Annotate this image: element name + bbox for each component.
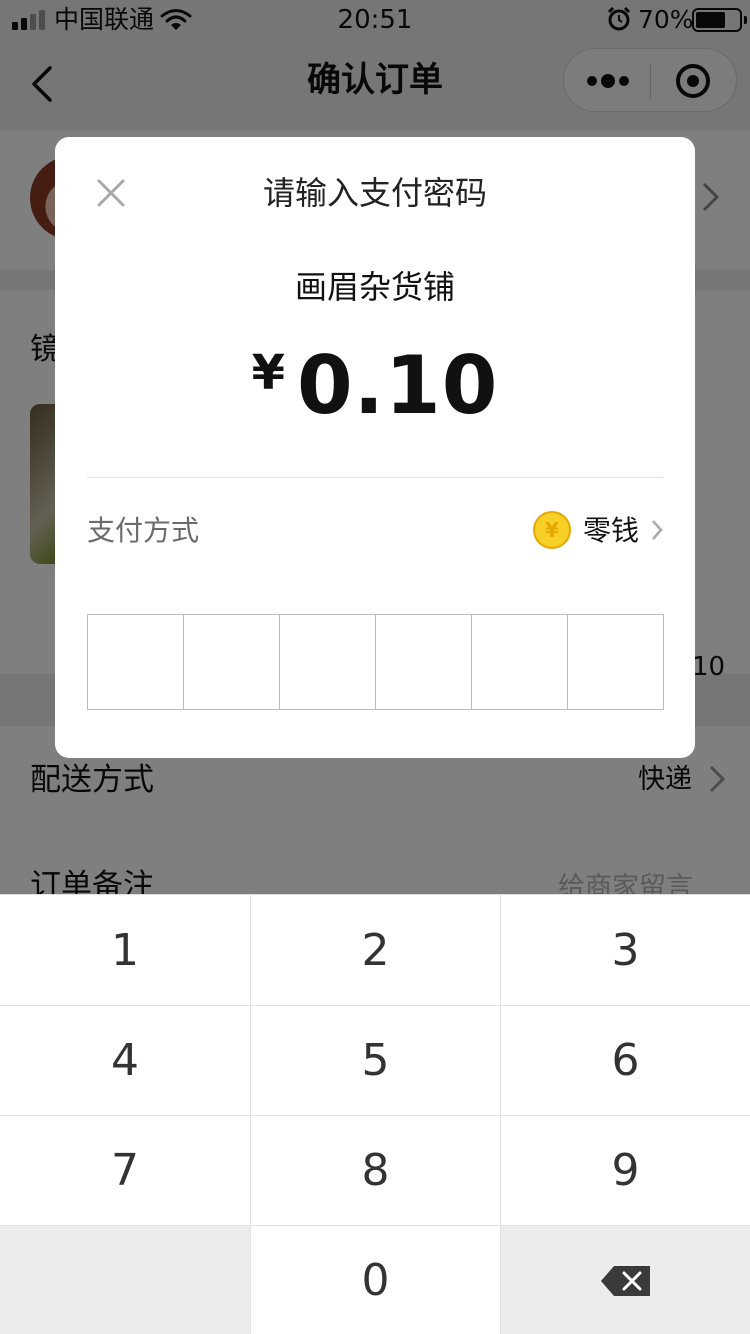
password-digit-cell[interactable] <box>568 615 663 709</box>
backspace-icon <box>600 1265 650 1296</box>
password-digit-cell[interactable] <box>280 615 376 709</box>
amount-value: 0.10 <box>297 339 499 432</box>
digit-key-6[interactable]: 6 <box>500 1005 750 1115</box>
delete-key[interactable] <box>500 1225 750 1334</box>
digit-key-7[interactable]: 7 <box>0 1115 250 1225</box>
blank-key <box>0 1225 250 1334</box>
currency-symbol: ¥ <box>251 345 285 401</box>
digit-key-1[interactable]: 1 <box>0 895 250 1005</box>
payment-amount: ¥0.10 <box>55 341 695 431</box>
digit-key-5[interactable]: 5 <box>250 1005 500 1115</box>
payment-password-dialog: 请输入支付密码 画眉杂货铺 ¥0.10 支付方式 ¥ 零钱 <box>55 137 695 758</box>
payment-method-value[interactable]: 零钱 <box>583 511 639 551</box>
digit-key-9[interactable]: 9 <box>500 1115 750 1225</box>
password-digit-cell[interactable] <box>376 615 472 709</box>
merchant-name: 画眉杂货铺 <box>294 268 455 306</box>
password-input[interactable] <box>87 614 664 710</box>
digit-key-4[interactable]: 4 <box>0 1005 250 1115</box>
chevron-right-icon[interactable] <box>651 519 663 541</box>
dialog-title: 请输入支付密码 <box>262 174 487 212</box>
coin-icon[interactable]: ¥ <box>533 511 571 549</box>
password-digit-cell[interactable] <box>184 615 280 709</box>
digit-key-8[interactable]: 8 <box>250 1115 500 1225</box>
password-digit-cell[interactable] <box>88 615 184 709</box>
digit-key-2[interactable]: 2 <box>250 895 500 1005</box>
password-digit-cell[interactable] <box>472 615 568 709</box>
payment-method-label: 支付方式 <box>87 514 200 547</box>
digit-key-3[interactable]: 3 <box>500 895 750 1005</box>
digit-key-0[interactable]: 0 <box>250 1225 500 1334</box>
divider <box>87 477 663 478</box>
numeric-keypad: 123 456 7890 <box>0 894 750 1334</box>
